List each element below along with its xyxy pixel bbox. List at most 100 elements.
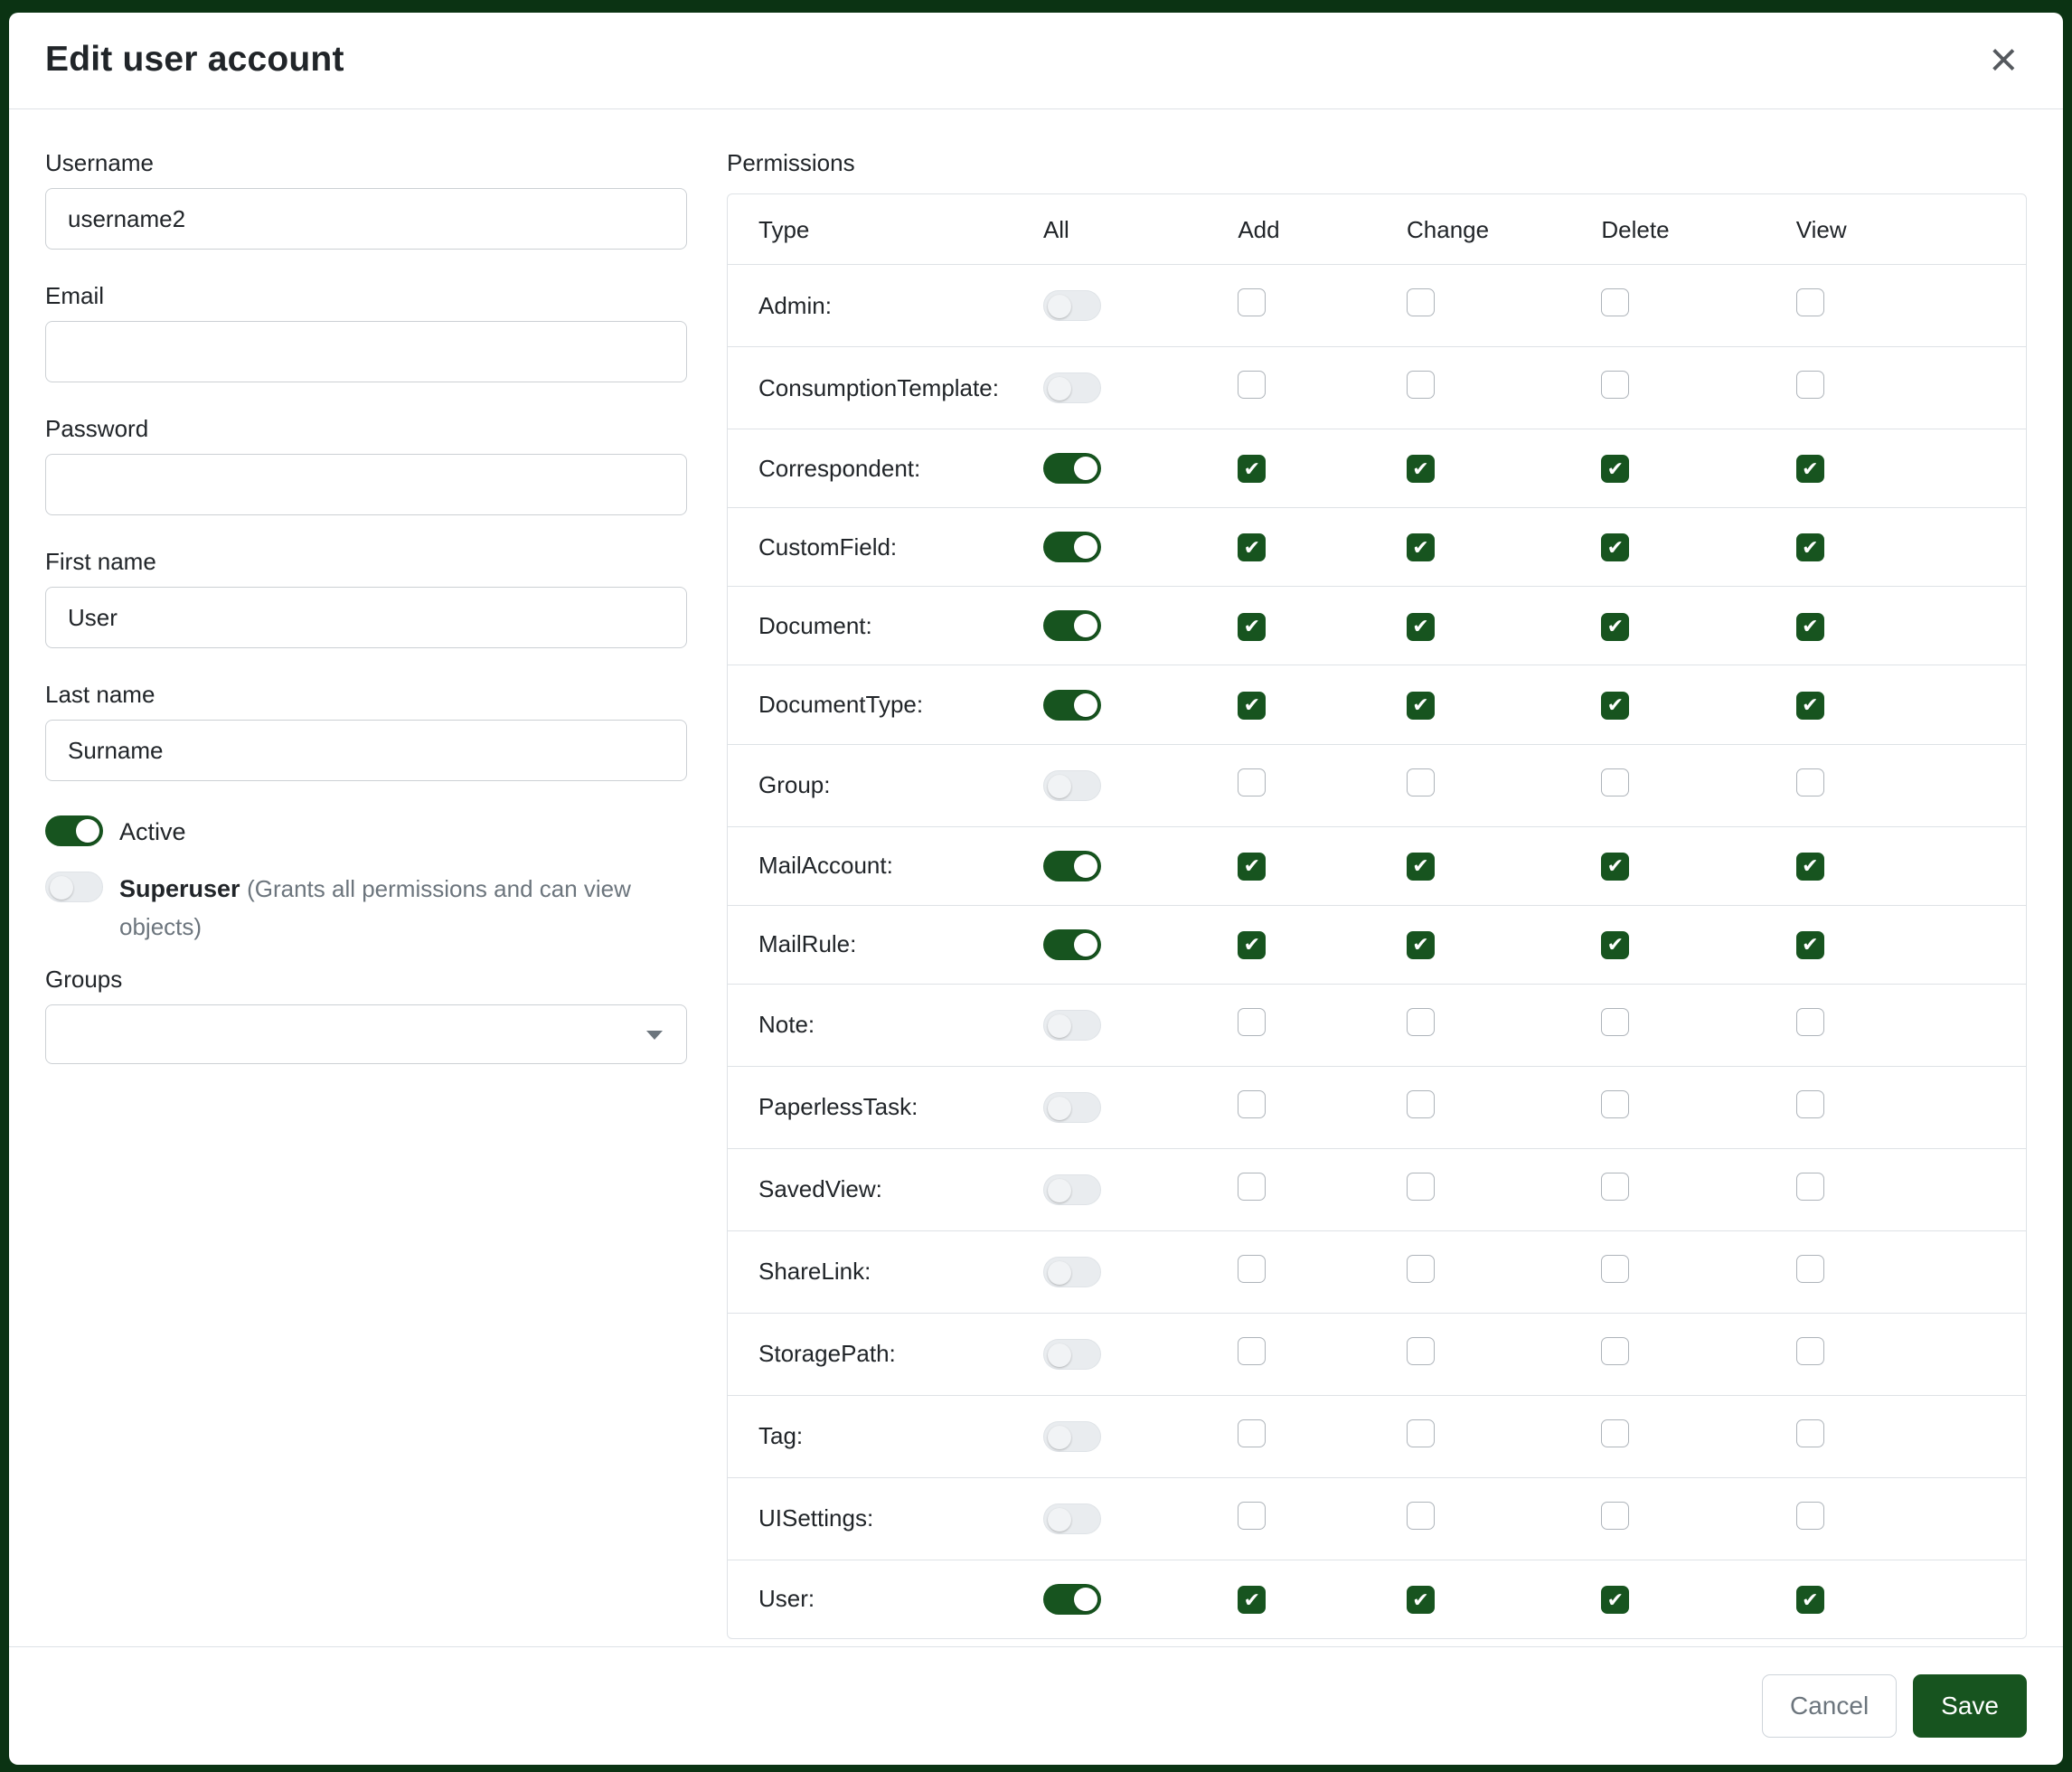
permission-view-checkbox[interactable] bbox=[1796, 1090, 1824, 1118]
permission-change-checkbox[interactable] bbox=[1407, 1337, 1435, 1365]
permission-view-checkbox[interactable]: ✔ bbox=[1796, 931, 1824, 959]
col-header-change: Change bbox=[1407, 194, 1601, 265]
save-button[interactable]: Save bbox=[1913, 1674, 2027, 1738]
permission-all-toggle[interactable] bbox=[1043, 1257, 1101, 1287]
permission-add-checkbox[interactable] bbox=[1238, 1173, 1266, 1201]
permission-view-checkbox[interactable] bbox=[1796, 1419, 1824, 1447]
permission-change-checkbox[interactable]: ✔ bbox=[1407, 613, 1435, 641]
permission-add-checkbox[interactable]: ✔ bbox=[1238, 931, 1266, 959]
permission-view-checkbox[interactable] bbox=[1796, 1173, 1824, 1201]
permission-delete-checkbox[interactable] bbox=[1601, 1419, 1629, 1447]
permission-view-checkbox[interactable] bbox=[1796, 1008, 1824, 1036]
permission-view-checkbox[interactable] bbox=[1796, 1255, 1824, 1283]
permission-all-toggle[interactable] bbox=[1043, 610, 1101, 641]
permission-all-toggle[interactable] bbox=[1043, 851, 1101, 881]
permission-delete-checkbox[interactable] bbox=[1601, 371, 1629, 399]
permission-change-checkbox[interactable]: ✔ bbox=[1407, 455, 1435, 483]
first-name-input[interactable] bbox=[45, 587, 687, 648]
permission-add-checkbox[interactable] bbox=[1238, 1502, 1266, 1530]
permission-delete-checkbox[interactable] bbox=[1601, 768, 1629, 796]
permission-all-toggle[interactable] bbox=[1043, 690, 1101, 721]
permission-all-toggle[interactable] bbox=[1043, 1421, 1101, 1452]
permission-all-toggle[interactable] bbox=[1043, 1010, 1101, 1041]
permission-view-checkbox[interactable] bbox=[1796, 288, 1824, 316]
permission-add-checkbox[interactable]: ✔ bbox=[1238, 853, 1266, 881]
permission-change-checkbox[interactable]: ✔ bbox=[1407, 853, 1435, 881]
permission-delete-checkbox[interactable]: ✔ bbox=[1601, 533, 1629, 561]
permission-view-checkbox[interactable] bbox=[1796, 371, 1824, 399]
permission-view-checkbox[interactable]: ✔ bbox=[1796, 613, 1824, 641]
email-input[interactable] bbox=[45, 321, 687, 382]
permission-change-checkbox[interactable]: ✔ bbox=[1407, 692, 1435, 720]
permission-delete-checkbox[interactable]: ✔ bbox=[1601, 613, 1629, 641]
permission-delete-checkbox[interactable] bbox=[1601, 1502, 1629, 1530]
permission-change-checkbox[interactable] bbox=[1407, 371, 1435, 399]
username-input[interactable] bbox=[45, 188, 687, 250]
permission-view-checkbox[interactable]: ✔ bbox=[1796, 853, 1824, 881]
permission-view-checkbox[interactable]: ✔ bbox=[1796, 455, 1824, 483]
permission-delete-checkbox[interactable] bbox=[1601, 1090, 1629, 1118]
permission-delete-checkbox[interactable] bbox=[1601, 1255, 1629, 1283]
permission-all-toggle[interactable] bbox=[1043, 372, 1101, 403]
permission-add-checkbox[interactable]: ✔ bbox=[1238, 1586, 1266, 1614]
cancel-button[interactable]: Cancel bbox=[1762, 1674, 1897, 1738]
permission-change-checkbox[interactable] bbox=[1407, 1008, 1435, 1036]
permission-add-checkbox[interactable] bbox=[1238, 1419, 1266, 1447]
permission-view-checkbox[interactable]: ✔ bbox=[1796, 1586, 1824, 1614]
permission-all-toggle[interactable] bbox=[1043, 1503, 1101, 1534]
permission-all-toggle[interactable] bbox=[1043, 532, 1101, 562]
permission-add-checkbox[interactable] bbox=[1238, 1337, 1266, 1365]
permission-delete-checkbox[interactable]: ✔ bbox=[1601, 455, 1629, 483]
permission-all-toggle[interactable] bbox=[1043, 1339, 1101, 1370]
permission-all-toggle[interactable] bbox=[1043, 770, 1101, 801]
permission-view-checkbox[interactable] bbox=[1796, 768, 1824, 796]
permission-add-checkbox[interactable]: ✔ bbox=[1238, 455, 1266, 483]
permission-delete-checkbox[interactable]: ✔ bbox=[1601, 1586, 1629, 1614]
permission-delete-checkbox[interactable] bbox=[1601, 1008, 1629, 1036]
permission-delete-checkbox[interactable] bbox=[1601, 1173, 1629, 1201]
permission-change-checkbox[interactable] bbox=[1407, 1090, 1435, 1118]
permission-all-toggle[interactable] bbox=[1043, 1174, 1101, 1205]
permission-change-checkbox[interactable] bbox=[1407, 1419, 1435, 1447]
permission-view-checkbox[interactable]: ✔ bbox=[1796, 533, 1824, 561]
permission-add-checkbox[interactable] bbox=[1238, 1090, 1266, 1118]
active-toggle[interactable] bbox=[45, 815, 103, 846]
permission-delete-checkbox[interactable]: ✔ bbox=[1601, 853, 1629, 881]
permission-add-checkbox[interactable]: ✔ bbox=[1238, 692, 1266, 720]
permission-change-checkbox[interactable] bbox=[1407, 288, 1435, 316]
permission-delete-checkbox[interactable]: ✔ bbox=[1601, 692, 1629, 720]
permission-all-toggle[interactable] bbox=[1043, 453, 1101, 484]
permission-add-checkbox[interactable] bbox=[1238, 288, 1266, 316]
permission-change-checkbox[interactable]: ✔ bbox=[1407, 1586, 1435, 1614]
permission-row: Admin: bbox=[728, 265, 2026, 347]
permission-view-checkbox[interactable] bbox=[1796, 1502, 1824, 1530]
permission-view-checkbox[interactable]: ✔ bbox=[1796, 692, 1824, 720]
permission-add-checkbox[interactable] bbox=[1238, 1255, 1266, 1283]
permission-view-checkbox[interactable] bbox=[1796, 1337, 1824, 1365]
permission-add-checkbox[interactable]: ✔ bbox=[1238, 533, 1266, 561]
permission-change-checkbox[interactable] bbox=[1407, 1255, 1435, 1283]
permission-all-toggle[interactable] bbox=[1043, 290, 1101, 321]
permission-delete-checkbox[interactable] bbox=[1601, 1337, 1629, 1365]
permission-all-toggle[interactable] bbox=[1043, 1584, 1101, 1615]
password-input[interactable] bbox=[45, 454, 687, 515]
permission-change-checkbox[interactable] bbox=[1407, 1502, 1435, 1530]
permission-change-checkbox[interactable] bbox=[1407, 768, 1435, 796]
permission-all-toggle[interactable] bbox=[1043, 1092, 1101, 1123]
permission-delete-checkbox[interactable]: ✔ bbox=[1601, 931, 1629, 959]
permission-row: ShareLink: bbox=[728, 1230, 2026, 1313]
permission-all-toggle[interactable] bbox=[1043, 929, 1101, 960]
permission-change-checkbox[interactable]: ✔ bbox=[1407, 533, 1435, 561]
permission-change-checkbox[interactable] bbox=[1407, 1173, 1435, 1201]
permission-add-checkbox[interactable]: ✔ bbox=[1238, 613, 1266, 641]
permission-change-checkbox[interactable]: ✔ bbox=[1407, 931, 1435, 959]
permission-add-checkbox[interactable] bbox=[1238, 371, 1266, 399]
groups-select[interactable] bbox=[45, 1004, 687, 1064]
permission-add-checkbox[interactable] bbox=[1238, 768, 1266, 796]
close-icon[interactable]: × bbox=[1983, 42, 2023, 78]
toggle-knob bbox=[50, 876, 73, 900]
permission-add-checkbox[interactable] bbox=[1238, 1008, 1266, 1036]
permission-delete-checkbox[interactable] bbox=[1601, 288, 1629, 316]
superuser-toggle[interactable] bbox=[45, 872, 103, 902]
last-name-input[interactable] bbox=[45, 720, 687, 781]
